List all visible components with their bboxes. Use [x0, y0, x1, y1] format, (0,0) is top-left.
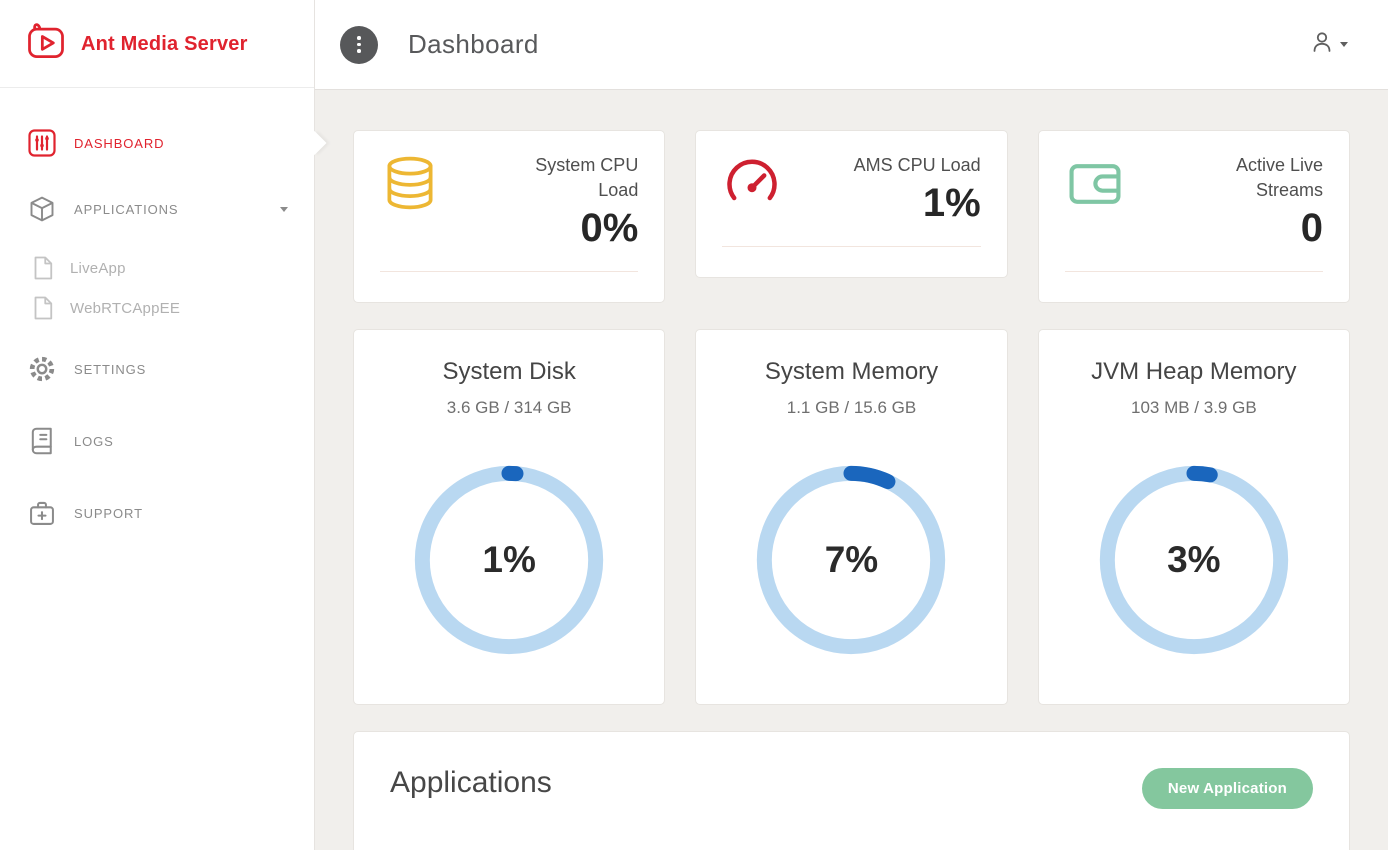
dashboard-content: System CPU Load 0% — [315, 90, 1388, 850]
sidebar-item-dashboard[interactable]: DASHBOARD — [0, 122, 314, 164]
wallet-icon — [1065, 153, 1125, 218]
stat-title: System CPU Load — [506, 153, 638, 203]
top-bar: Dashboard — [315, 0, 1388, 90]
gear-icon — [26, 354, 58, 384]
stat-card-system-cpu-load: System CPU Load 0% — [353, 130, 665, 303]
ant-media-logo-icon — [24, 20, 68, 69]
gauge-percent-label: 7% — [751, 460, 951, 660]
sidebar-item-applications[interactable]: APPLICATIONS — [0, 188, 314, 230]
sidebar-item-label: SETTINGS — [74, 362, 146, 377]
sidebar-item-label: SUPPORT — [74, 506, 143, 521]
sidebar: Ant Media Server DASHBOARD — [0, 0, 315, 850]
page-title: Dashboard — [408, 29, 539, 60]
applications-section: Applications New Application — [353, 731, 1350, 850]
brand[interactable]: Ant Media Server — [0, 0, 314, 88]
applications-title: Applications — [390, 766, 552, 800]
donut-chart: 1% — [409, 460, 609, 660]
chevron-down-icon — [1340, 42, 1348, 47]
gauge-cards-row: System Disk 3.6 GB / 314 GB 1% System Me… — [353, 329, 1350, 705]
divider — [380, 271, 638, 272]
file-icon — [30, 296, 56, 320]
stat-title: Active Live Streams — [1191, 153, 1323, 203]
sidebar-item-logs[interactable]: LOGS — [0, 420, 314, 462]
stat-card-active-live-streams: Active Live Streams 0 — [1038, 130, 1350, 303]
donut-chart: 3% — [1094, 460, 1294, 660]
kebab-menu-button[interactable] — [340, 26, 378, 64]
gauge-subtitle: 1.1 GB / 15.6 GB — [720, 398, 982, 418]
first-aid-kit-icon — [26, 499, 58, 527]
chevron-down-icon — [280, 207, 288, 212]
sidebar-item-label: LOGS — [74, 434, 114, 449]
stat-value: 0 — [1125, 205, 1323, 251]
sidebar-item-webrtcappee[interactable]: WebRTCAppEE — [0, 290, 314, 326]
gauge-subtitle: 3.6 GB / 314 GB — [378, 398, 640, 418]
divider — [1065, 271, 1323, 272]
user-menu[interactable] — [1310, 30, 1348, 59]
sidebar-item-label: LiveApp — [70, 260, 126, 277]
gauge-icon — [722, 153, 782, 218]
new-application-button[interactable]: New Application — [1142, 768, 1313, 809]
gauge-subtitle: 103 MB / 3.9 GB — [1063, 398, 1325, 418]
sidebar-item-label: WebRTCAppEE — [70, 300, 180, 317]
gauge-card-system-memory: System Memory 1.1 GB / 15.6 GB 7% — [695, 329, 1007, 705]
gauge-percent-label: 1% — [409, 460, 609, 660]
divider — [722, 246, 980, 247]
coins-icon — [380, 153, 440, 218]
dashboard-icon — [26, 128, 58, 158]
user-icon — [1310, 30, 1334, 59]
donut-chart: 7% — [751, 460, 951, 660]
gauge-card-jvm-heap-memory: JVM Heap Memory 103 MB / 3.9 GB 3% — [1038, 329, 1350, 705]
stat-card-ams-cpu-load: AMS CPU Load 1% — [695, 130, 1007, 278]
brand-name: Ant Media Server — [81, 33, 248, 56]
applications-box-icon — [26, 195, 58, 223]
sidebar-item-settings[interactable]: SETTINGS — [0, 348, 314, 390]
gauge-card-system-disk: System Disk 3.6 GB / 314 GB 1% — [353, 329, 665, 705]
stat-value: 1% — [782, 180, 980, 226]
main-area: Dashboard — [315, 0, 1388, 850]
stat-value: 0% — [440, 205, 638, 251]
sidebar-menu: DASHBOARD APPLICATIONS — [0, 88, 314, 534]
sidebar-item-support[interactable]: SUPPORT — [0, 492, 314, 534]
gauge-title: System Disk — [378, 358, 640, 386]
file-icon — [30, 256, 56, 280]
gauge-title: JVM Heap Memory — [1063, 358, 1325, 386]
sidebar-item-label: DASHBOARD — [74, 136, 164, 151]
app-root: Ant Media Server DASHBOARD — [0, 0, 1388, 850]
logs-document-icon — [26, 427, 58, 455]
sidebar-item-liveapp[interactable]: LiveApp — [0, 250, 314, 286]
stat-title: AMS CPU Load — [849, 153, 981, 178]
stat-cards-row: System CPU Load 0% — [353, 130, 1350, 303]
gauge-percent-label: 3% — [1094, 460, 1294, 660]
sidebar-item-label: APPLICATIONS — [74, 202, 178, 217]
gauge-title: System Memory — [720, 358, 982, 386]
